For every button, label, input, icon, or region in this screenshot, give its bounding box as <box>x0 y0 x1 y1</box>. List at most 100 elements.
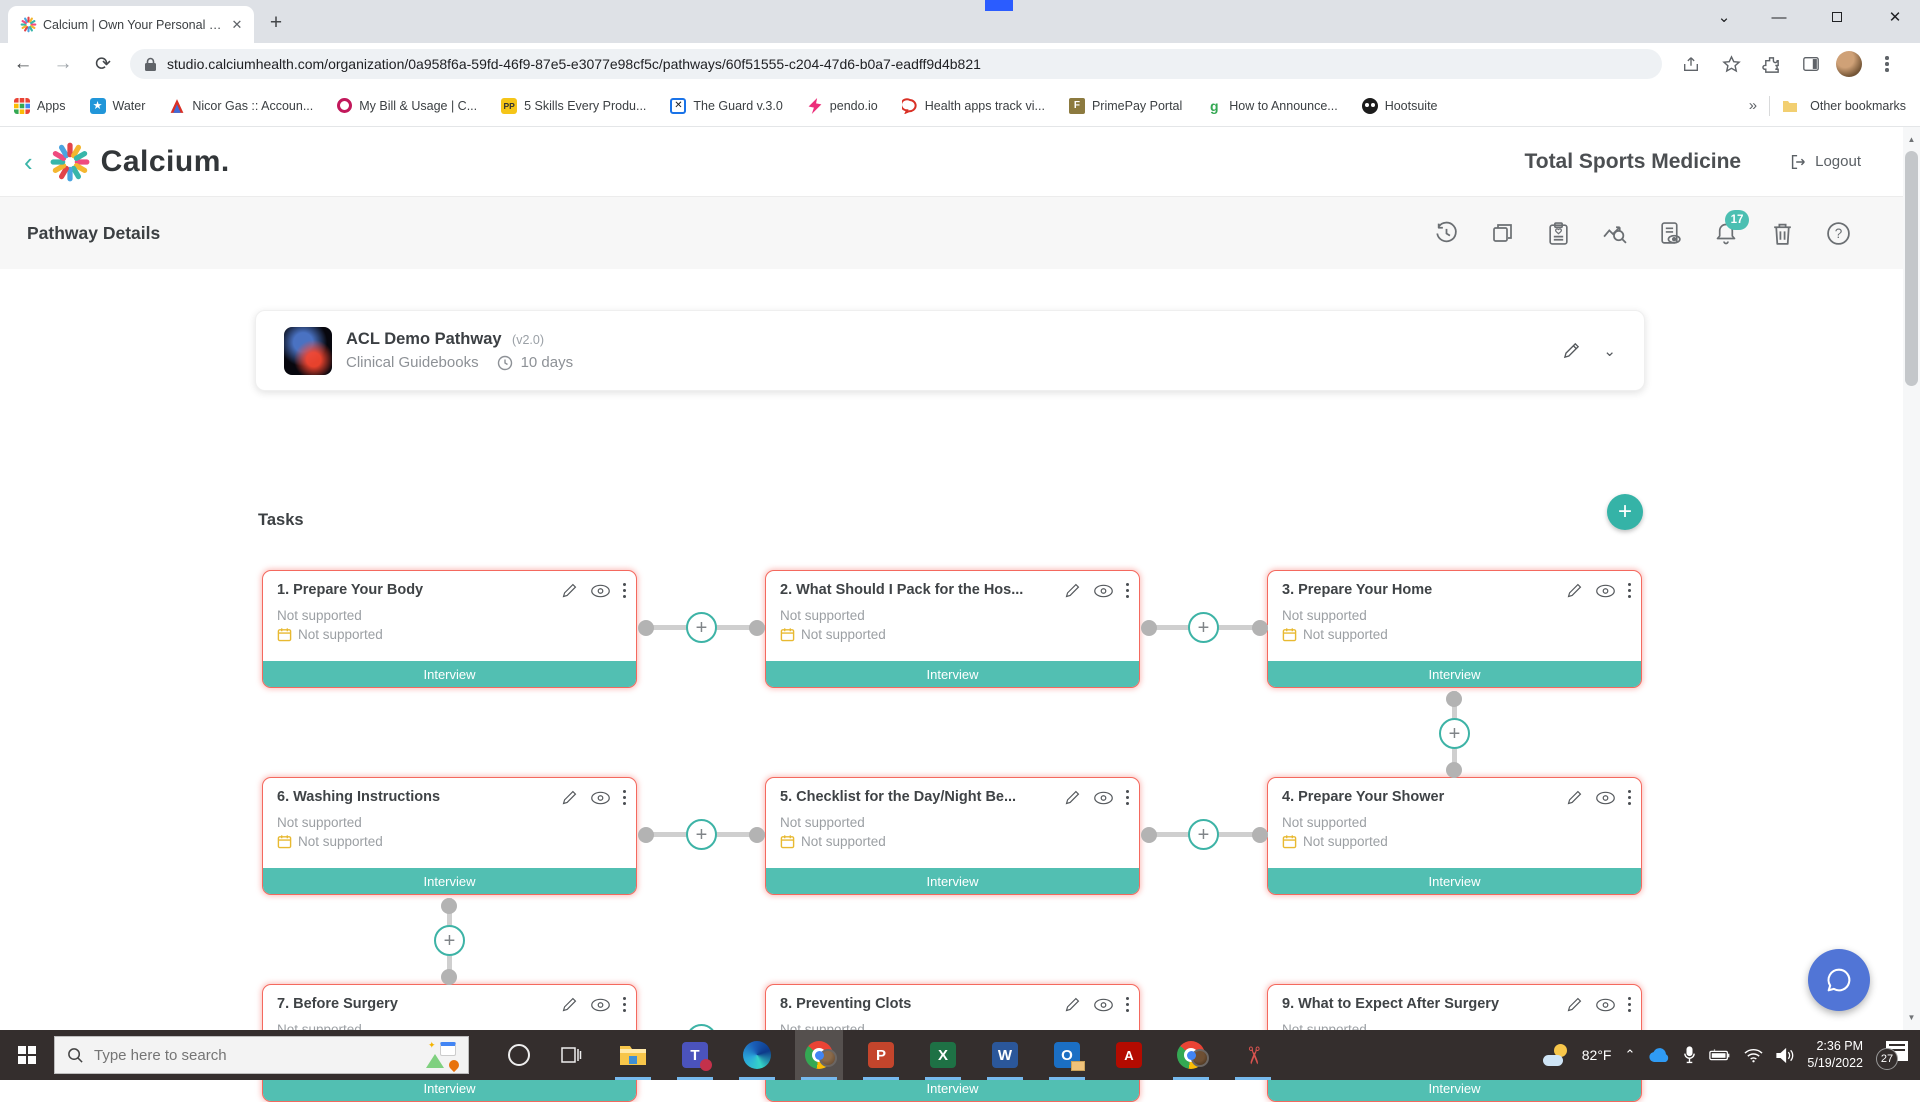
window-close-button[interactable]: ✕ <box>1872 0 1918 34</box>
browser-menu-icon[interactable] <box>1872 49 1902 79</box>
edit-pencil-icon[interactable] <box>1562 341 1581 360</box>
eye-icon[interactable] <box>590 998 611 1012</box>
collapse-chevron-icon[interactable]: ⌄ <box>1603 342 1616 360</box>
taskbar-edge[interactable] <box>733 1030 781 1080</box>
taskbar-teams[interactable]: T <box>671 1030 719 1080</box>
add-task-button[interactable]: + <box>1607 494 1643 530</box>
add-connection-button[interactable]: + <box>434 925 465 956</box>
battery-icon[interactable] <box>1709 1049 1731 1062</box>
window-maximize-button[interactable] <box>1814 0 1860 34</box>
eye-icon[interactable] <box>1595 998 1616 1012</box>
back-chevron-icon[interactable]: ‹ <box>24 149 33 175</box>
eye-icon[interactable] <box>1093 998 1114 1012</box>
bookmark-theguard[interactable]: ✕ The Guard v.3.0 <box>670 98 782 114</box>
kebab-menu-icon[interactable] <box>1628 997 1632 1013</box>
onedrive-icon[interactable] <box>1648 1048 1670 1063</box>
address-bar[interactable]: studio.calciumhealth.com/organization/0a… <box>130 49 1662 79</box>
task-view-button[interactable] <box>547 1030 595 1080</box>
eye-icon[interactable] <box>1595 584 1616 598</box>
kebab-menu-icon[interactable] <box>623 790 627 806</box>
bookmark-hootsuite[interactable]: Hootsuite <box>1362 98 1438 114</box>
task-card-5[interactable]: 5. Checklist for the Day/Night Be... Not… <box>765 777 1140 895</box>
duplicate-icon[interactable] <box>1489 220 1515 246</box>
new-tab-button[interactable]: + <box>262 10 290 38</box>
interview-bar[interactable]: Interview <box>263 661 636 687</box>
add-connection-button[interactable]: + <box>1439 718 1470 749</box>
bookmark-howtoannounce[interactable]: g How to Announce... <box>1206 98 1337 114</box>
taskbar-chrome-active[interactable] <box>795 1030 843 1080</box>
support-chat-button[interactable] <box>1808 949 1870 1011</box>
other-bookmarks-button[interactable]: Other bookmarks <box>1810 99 1906 113</box>
edit-pencil-icon[interactable] <box>561 789 578 806</box>
wifi-icon[interactable] <box>1744 1048 1763 1063</box>
eye-icon[interactable] <box>1093 791 1114 805</box>
taskbar-excel[interactable]: X <box>919 1030 967 1080</box>
task-card-2[interactable]: 2. What Should I Pack for the Hos... Not… <box>765 570 1140 688</box>
taskbar-search[interactable]: ✦ <box>54 1036 469 1074</box>
kebab-menu-icon[interactable] <box>1126 790 1130 806</box>
action-center-button[interactable]: 27 <box>1876 1040 1910 1070</box>
taskbar-outlook[interactable]: O <box>1043 1030 1091 1080</box>
browser-tab[interactable]: Calcium | Own Your Personal Hea ✕ <box>8 6 254 43</box>
cortana-button[interactable] <box>495 1030 543 1080</box>
eye-icon[interactable] <box>590 791 611 805</box>
edit-pencil-icon[interactable] <box>1064 996 1081 1013</box>
edit-pencil-icon[interactable] <box>1064 582 1081 599</box>
profile-avatar[interactable] <box>1836 51 1862 77</box>
bookmark-5skills[interactable]: PP 5 Skills Every Produ... <box>501 98 646 114</box>
interview-bar[interactable]: Interview <box>263 868 636 894</box>
page-scrollbar[interactable]: ▲ ▼ <box>1903 127 1920 1030</box>
bookmark-nicor[interactable]: Nicor Gas :: Accoun... <box>169 98 313 114</box>
kebab-menu-icon[interactable] <box>1628 583 1632 599</box>
side-panel-icon[interactable] <box>1796 49 1826 79</box>
interview-bar[interactable]: Interview <box>766 868 1139 894</box>
edit-pencil-icon[interactable] <box>561 996 578 1013</box>
taskbar-file-explorer[interactable] <box>609 1030 657 1080</box>
preview-document-icon[interactable] <box>1657 220 1683 246</box>
search-input[interactable] <box>94 1047 426 1064</box>
scroll-up-icon[interactable]: ▲ <box>1903 131 1920 148</box>
edit-pencil-icon[interactable] <box>1064 789 1081 806</box>
taskbar-word[interactable]: W <box>981 1030 1029 1080</box>
scrollbar-thumb[interactable] <box>1905 151 1918 386</box>
weather-icon[interactable] <box>1543 1044 1569 1066</box>
bookmark-primepay[interactable]: F PrimePay Portal <box>1069 98 1182 114</box>
temperature-label[interactable]: 82°F <box>1582 1047 1612 1063</box>
bookmark-healthapps[interactable]: Health apps track vi... <box>902 98 1045 114</box>
logout-button[interactable]: Logout <box>1789 153 1861 171</box>
task-card-6[interactable]: 6. Washing Instructions Not supported No… <box>262 777 637 895</box>
eye-icon[interactable] <box>590 584 611 598</box>
edit-pencil-icon[interactable] <box>1566 582 1583 599</box>
taskbar-acrobat[interactable]: A <box>1105 1030 1153 1080</box>
scroll-down-icon[interactable]: ▼ <box>1903 1009 1920 1026</box>
interview-bar[interactable]: Interview <box>766 661 1139 687</box>
volume-icon[interactable] <box>1776 1048 1794 1063</box>
add-connection-button[interactable]: + <box>686 612 717 643</box>
kebab-menu-icon[interactable] <box>1126 583 1130 599</box>
bookmark-water[interactable]: ★ Water <box>90 98 146 114</box>
help-icon[interactable]: ? <box>1825 220 1851 246</box>
clock-datetime[interactable]: 2:36 PM 5/19/2022 <box>1807 1038 1863 1072</box>
tab-search-chevron-icon[interactable]: ⌄ <box>1701 0 1747 34</box>
task-card-1[interactable]: 1. Prepare Your Body Not supported Not s… <box>262 570 637 688</box>
kebab-menu-icon[interactable] <box>623 997 627 1013</box>
bookmark-star-icon[interactable] <box>1716 49 1746 79</box>
search-highlights-icon[interactable]: ✦ <box>426 1040 460 1070</box>
delete-trash-icon[interactable] <box>1769 220 1795 246</box>
interview-bar[interactable]: Interview <box>1268 661 1641 687</box>
bookmark-apps[interactable]: Apps <box>14 98 66 114</box>
taskbar-chrome-profile2[interactable] <box>1167 1030 1215 1080</box>
share-icon[interactable] <box>1676 49 1706 79</box>
microphone-icon[interactable] <box>1683 1046 1696 1064</box>
start-button[interactable] <box>0 1030 54 1080</box>
notifications-bell-icon[interactable]: 17 <box>1713 220 1739 246</box>
window-minimize-button[interactable]: — <box>1756 0 1802 34</box>
add-connection-button[interactable]: + <box>686 819 717 850</box>
kebab-menu-icon[interactable] <box>1126 997 1130 1013</box>
bookmark-pendo[interactable]: pendo.io <box>807 98 878 114</box>
hidden-icons-chevron[interactable]: ⌃ <box>1624 1047 1635 1063</box>
analytics-icon[interactable] <box>1601 220 1627 246</box>
edit-pencil-icon[interactable] <box>561 582 578 599</box>
back-icon[interactable]: ← <box>6 47 40 81</box>
edit-pencil-icon[interactable] <box>1566 996 1583 1013</box>
